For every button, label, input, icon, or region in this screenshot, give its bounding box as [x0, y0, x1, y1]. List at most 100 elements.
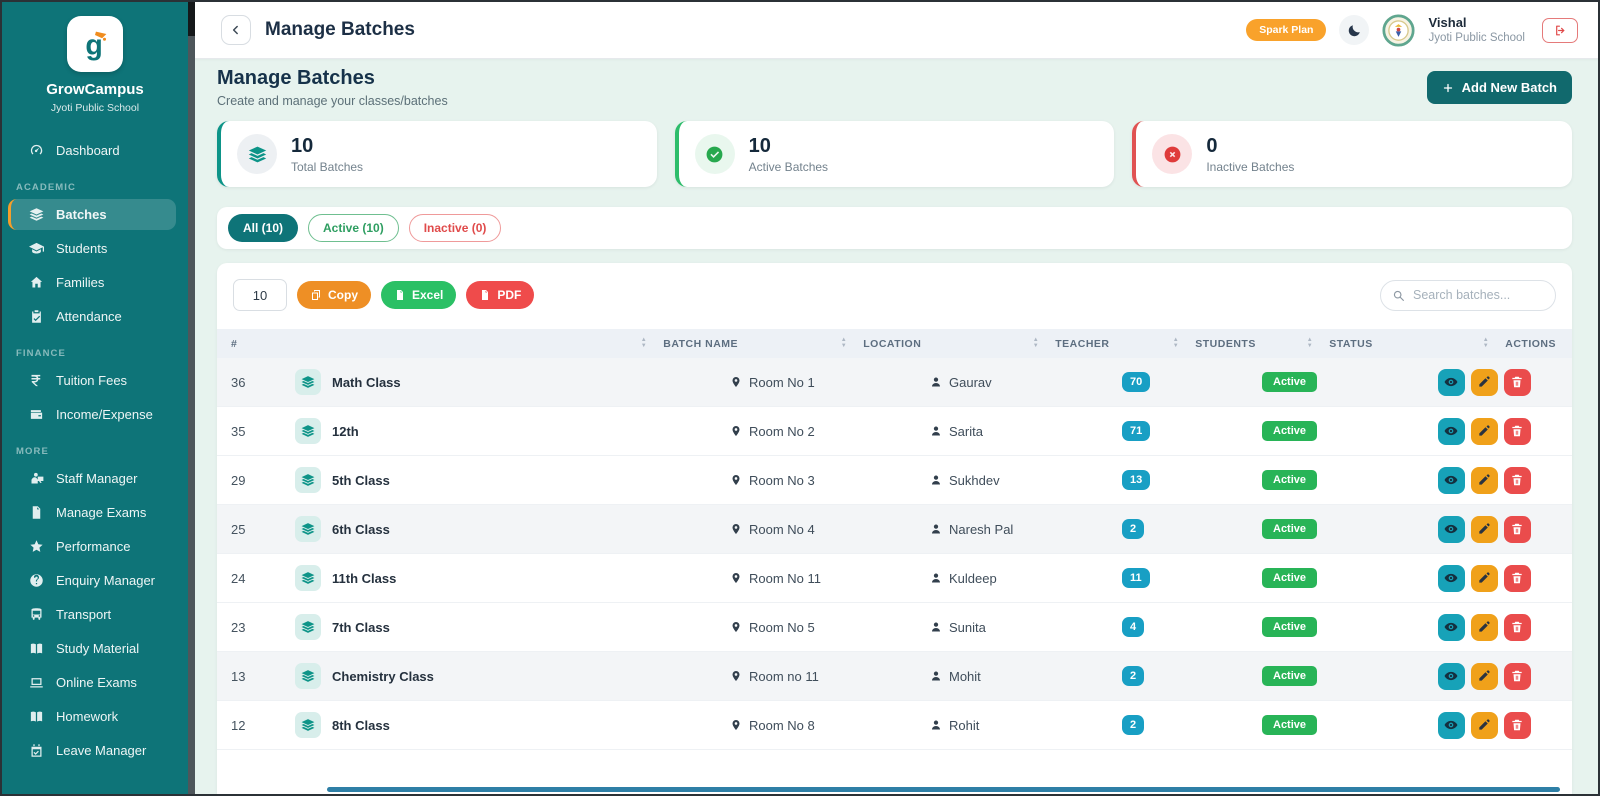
column-header[interactable]: # ▲▼ — [231, 338, 663, 350]
status-badge: Active — [1262, 666, 1317, 686]
edit-button[interactable] — [1471, 516, 1498, 543]
delete-button[interactable] — [1504, 663, 1531, 690]
column-header-status[interactable]: STATUS ▲▼ — [1329, 338, 1505, 350]
cell-location: Room No 8 — [730, 718, 930, 733]
delete-button[interactable] — [1504, 369, 1531, 396]
nav-section-label: ACADEMIC — [16, 182, 188, 193]
pin-icon — [730, 474, 742, 486]
sidebar-item-families[interactable]: Families — [8, 267, 176, 298]
pin-icon — [730, 621, 742, 633]
page-size-input[interactable] — [233, 279, 287, 311]
sidebar-item-label: Dashboard — [56, 143, 120, 158]
dark-mode-toggle[interactable] — [1339, 15, 1369, 45]
view-button[interactable] — [1438, 516, 1465, 543]
filter-tab-all-10[interactable]: All (10) — [228, 214, 298, 242]
delete-button[interactable] — [1504, 712, 1531, 739]
stat-card-active-batches: 10 Active Batches — [675, 121, 1115, 187]
view-button[interactable] — [1438, 663, 1465, 690]
add-new-batch-button[interactable]: Add New Batch — [1427, 71, 1572, 104]
view-button[interactable] — [1438, 369, 1465, 396]
view-button[interactable] — [1438, 712, 1465, 739]
sidebar-item-dashboard[interactable]: Dashboard — [8, 135, 176, 166]
status-badge: Active — [1262, 519, 1317, 539]
cell-students: 71 — [1122, 421, 1262, 441]
plan-badge[interactable]: Spark Plan — [1246, 19, 1326, 41]
back-button[interactable] — [221, 15, 251, 45]
copy-button[interactable]: Copy — [297, 281, 371, 309]
filter-tab-active-10[interactable]: Active (10) — [308, 214, 399, 242]
sidebar-nav: Dashboard ACADEMIC Batches — [2, 124, 188, 794]
column-header-location[interactable]: LOCATION ▲▼ — [863, 338, 1055, 350]
view-button[interactable] — [1438, 614, 1465, 641]
stat-value: 10 — [749, 135, 828, 158]
scrollbar-thumb[interactable] — [188, 2, 195, 36]
sidebar-scrollbar[interactable] — [188, 2, 195, 794]
cell-status: Active — [1262, 617, 1396, 637]
sort-icon[interactable]: ▲▼ — [641, 338, 647, 349]
cell-id: 23 — [231, 620, 295, 635]
edit-button[interactable] — [1471, 369, 1498, 396]
cell-teacher: Mohit — [930, 669, 1122, 684]
sidebar-item-performance[interactable]: Performance — [8, 531, 176, 562]
excel-export-button[interactable]: Excel — [381, 281, 456, 309]
sidebar-item-label: Attendance — [56, 309, 122, 324]
logout-button[interactable] — [1542, 18, 1578, 43]
nav-section: FINANCE Tuition Fees Income/Expense — [2, 348, 188, 430]
delete-button[interactable] — [1504, 614, 1531, 641]
delete-button[interactable] — [1504, 418, 1531, 445]
sidebar-item-leave-manager[interactable]: Leave Manager — [8, 735, 176, 766]
pdf-export-button[interactable]: PDF — [466, 281, 534, 309]
students-count-badge: 11 — [1122, 568, 1150, 588]
table-row: 29 5th Class Room No 3 Suk — [217, 456, 1572, 505]
view-button[interactable] — [1438, 565, 1465, 592]
sort-icon[interactable]: ▲▼ — [1483, 338, 1489, 349]
status-badge: Active — [1262, 568, 1317, 588]
edit-button[interactable] — [1471, 565, 1498, 592]
sidebar-item-tuition-fees[interactable]: Tuition Fees — [8, 365, 176, 396]
sort-icon[interactable]: ▲▼ — [841, 338, 847, 349]
horizontal-scrollbar[interactable] — [327, 787, 1560, 792]
sidebar-item-online-exams[interactable]: Online Exams — [8, 667, 176, 698]
column-header-batch-name[interactable]: BATCH NAME ▲▼ — [663, 338, 863, 350]
search-input[interactable] — [1411, 287, 1544, 303]
edit-button[interactable] — [1471, 418, 1498, 445]
column-header-actions[interactable]: ACTIONS ▲▼ — [1505, 338, 1572, 350]
sort-icon[interactable]: ▲▼ — [1173, 338, 1179, 349]
delete-button[interactable] — [1504, 516, 1531, 543]
column-header-students[interactable]: STUDENTS ▲▼ — [1195, 338, 1329, 350]
sidebar-item-enquiry-manager[interactable]: Enquiry Manager — [8, 565, 176, 596]
sort-icon[interactable]: ▲▼ — [1307, 338, 1313, 349]
column-header-teacher[interactable]: TEACHER ▲▼ — [1055, 338, 1195, 350]
sidebar-item-batches[interactable]: Batches — [8, 199, 176, 230]
layers-icon — [295, 565, 321, 591]
sidebar-item-attendance[interactable]: Attendance — [8, 301, 176, 332]
logout-icon — [1554, 24, 1567, 37]
sidebar-item-label: Staff Manager — [56, 471, 137, 486]
sort-icon[interactable]: ▲▼ — [1033, 338, 1039, 349]
sidebar-item-label: Enquiry Manager — [56, 573, 155, 588]
avatar[interactable] — [1382, 14, 1415, 47]
cell-status: Active — [1262, 715, 1396, 735]
sidebar-item-students[interactable]: Students — [8, 233, 176, 264]
view-button[interactable] — [1438, 418, 1465, 445]
cell-batch-name: Math Class — [295, 369, 730, 395]
person-icon — [930, 523, 942, 535]
cell-students: 2 — [1122, 666, 1262, 686]
edit-button[interactable] — [1471, 712, 1498, 739]
view-button[interactable] — [1438, 467, 1465, 494]
table-row: 23 7th Class Room No 5 Sun — [217, 603, 1572, 652]
sidebar-item-transport[interactable]: Transport — [8, 599, 176, 630]
rupee-icon — [29, 373, 44, 388]
edit-button[interactable] — [1471, 663, 1498, 690]
delete-button[interactable] — [1504, 467, 1531, 494]
table-row: 24 11th Class Room No 11 K — [217, 554, 1572, 603]
sidebar-item-manage-exams[interactable]: Manage Exams — [8, 497, 176, 528]
sidebar-item-homework[interactable]: Homework — [8, 701, 176, 732]
sidebar-item-study-material[interactable]: Study Material — [8, 633, 176, 664]
delete-button[interactable] — [1504, 565, 1531, 592]
edit-button[interactable] — [1471, 614, 1498, 641]
edit-button[interactable] — [1471, 467, 1498, 494]
sidebar-item-income-expense[interactable]: Income/Expense — [8, 399, 176, 430]
sidebar-item-staff-manager[interactable]: Staff Manager — [8, 463, 176, 494]
filter-tab-inactive-0[interactable]: Inactive (0) — [409, 214, 502, 242]
